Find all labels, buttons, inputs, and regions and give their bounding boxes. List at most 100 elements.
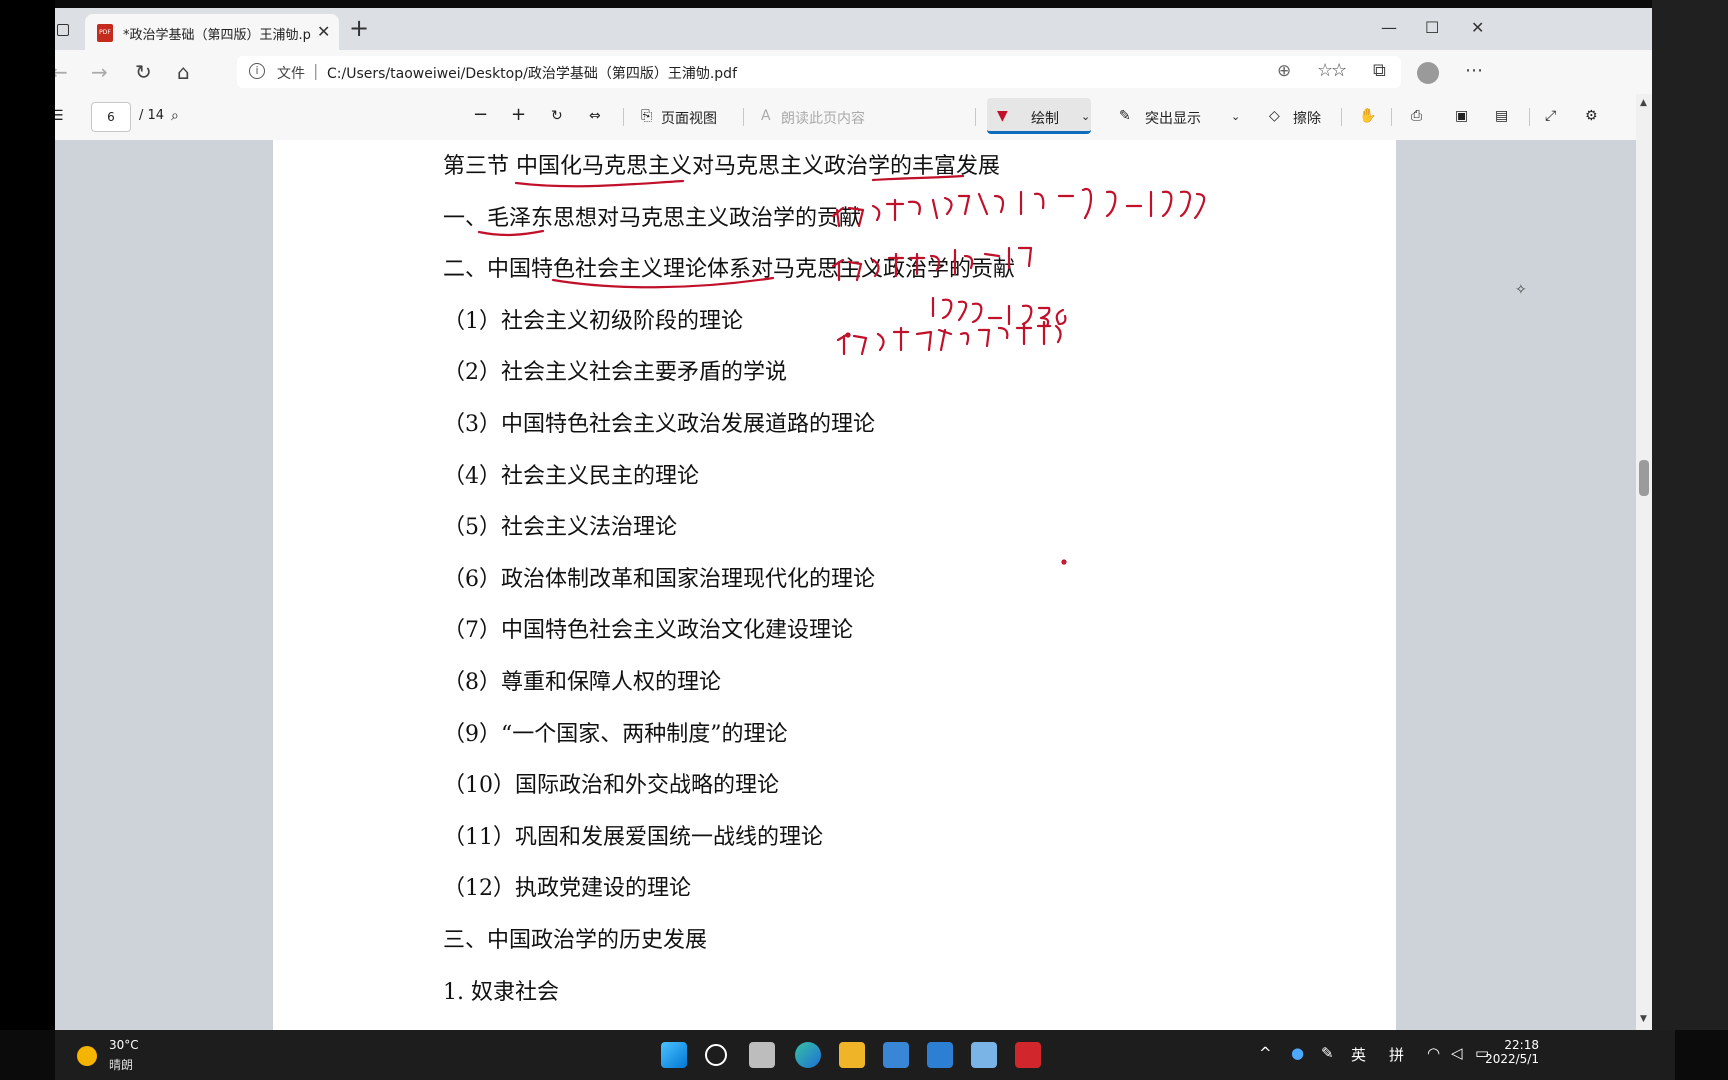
weather-sun-icon[interactable] <box>77 1046 97 1066</box>
pdf-toolbar: ☰ 6 / 14 ⌕ − + ↻ ⇔ ⎘ 页面视图 A 朗读此页内容 ▼ 绘制 … <box>55 94 1652 141</box>
profile-avatar[interactable] <box>1417 62 1439 84</box>
ink-note-4 <box>836 320 1062 356</box>
save-icon[interactable]: ▣ <box>1455 108 1468 124</box>
refresh-icon[interactable]: ↻ <box>135 60 152 84</box>
clock[interactable]: 22:18 2022/5/1 <box>1479 1038 1539 1066</box>
info-icon[interactable]: i <box>249 63 265 79</box>
ink-underline-line2 <box>551 276 775 289</box>
taskbar: 30°C 晴朗 ^ ● ✎ 英 拼 ◠ ◁ ▭ 22:18 2022/5/1 <box>55 1030 1675 1080</box>
fullscreen-icon[interactable]: ⤢ <box>1545 108 1556 124</box>
scroll-up-arrow-icon[interactable]: ▲ <box>1640 98 1647 108</box>
wps-office-icon[interactable] <box>1015 1042 1041 1068</box>
draw-dropdown-chevron-icon[interactable]: ⌄ <box>1081 110 1090 123</box>
pdf-page: 第三节 中国化马克思主义对马克思主义政治学的丰富发展 一、毛泽东思想对马克思主义… <box>273 140 1396 1030</box>
url-scheme-label: 文件 <box>277 66 305 82</box>
forward-arrow-icon[interactable]: → <box>91 60 108 84</box>
clock-date: 2022/5/1 <box>1485 1052 1539 1066</box>
ink-underline-line1 <box>477 229 545 237</box>
home-icon[interactable]: ⌂ <box>177 60 190 84</box>
tab-strip: PDF *政治学基础（第四版）王浦劬.p ✕ + — ☐ ✕ <box>55 8 1652 50</box>
search-taskbar-icon[interactable] <box>705 1044 727 1066</box>
pdf-viewer[interactable]: 第三节 中国化马克思主义对马克思主义政治学的丰富发展 一、毛泽东思想对马克思主义… <box>55 140 1652 1030</box>
minimize-button[interactable]: — <box>1381 18 1397 37</box>
browser-window: PDF *政治学基础（第四版）王浦劬.p ✕ + — ☐ ✕ ← → ↻ ⌂ i… <box>55 8 1652 1030</box>
touch-write-icon[interactable]: ✋ <box>1359 108 1376 124</box>
start-windows-icon[interactable] <box>661 1042 687 1068</box>
favorites-icon[interactable]: ☆ <box>1331 60 1347 81</box>
pdf-file-icon: PDF <box>97 24 113 42</box>
pen-icon[interactable]: ✎ <box>1321 1044 1334 1062</box>
print-icon[interactable]: ⎙ <box>1411 108 1422 124</box>
read-aloud-icon: A <box>761 108 771 124</box>
scrollbar-thumb[interactable] <box>1639 460 1649 496</box>
ink-underline-heading <box>514 179 685 188</box>
draw-button-label[interactable]: 绘制 <box>1031 108 1059 128</box>
rotate-icon[interactable]: ↻ <box>551 108 563 124</box>
sparkle-icon: ✧ <box>1515 282 1527 298</box>
zoom-out-icon[interactable]: − <box>473 104 488 125</box>
mail-icon[interactable] <box>927 1042 953 1068</box>
fit-page-icon[interactable]: ⇔ <box>589 108 601 124</box>
address-bar-row: ← → ↻ ⌂ i 文件 | C:/Users/taoweiwei/Deskto… <box>55 50 1652 94</box>
toolbar-divider <box>1391 108 1392 126</box>
save-as-icon[interactable]: ▤ <box>1495 108 1508 124</box>
erase-button[interactable]: 擦除 <box>1293 108 1321 128</box>
tab-actions-icon[interactable] <box>55 22 71 38</box>
url-separator: | <box>313 61 319 80</box>
zoom-icon[interactable]: ⊕ <box>1277 61 1291 81</box>
file-explorer-icon[interactable] <box>839 1042 865 1068</box>
task-view-icon[interactable] <box>749 1042 775 1068</box>
close-window-button[interactable]: ✕ <box>1471 18 1484 37</box>
highlight-icon: ✎ <box>1119 108 1131 124</box>
tab-pdf-document[interactable]: PDF *政治学基础（第四版）王浦劬.p ✕ <box>85 14 339 50</box>
page-number-input[interactable]: 6 <box>91 102 131 132</box>
paint-app-icon[interactable] <box>971 1042 997 1068</box>
maximize-button[interactable]: ☐ <box>1425 18 1439 37</box>
desktop-right-edge <box>1652 0 1728 1030</box>
contents-icon[interactable]: ☰ <box>55 108 64 124</box>
page-view-button[interactable]: 页面视图 <box>661 108 717 128</box>
ink-note-1 <box>831 187 1206 228</box>
toolbar-divider <box>743 108 744 126</box>
handwritten-ink-annotations <box>477 174 1206 565</box>
highlight-button[interactable]: 突出显示 <box>1145 108 1201 128</box>
settings-gear-icon[interactable]: ⚙ <box>1585 108 1598 124</box>
weather-temperature[interactable]: 30°C <box>109 1038 139 1052</box>
microphone-icon[interactable]: ● <box>1291 1044 1304 1062</box>
ink-note-2 <box>831 246 1033 282</box>
ink-note-3 <box>931 296 1067 328</box>
search-icon[interactable]: ⌕ <box>171 108 179 124</box>
page-view-icon: ⎘ <box>641 108 653 124</box>
highlight-dropdown-chevron-icon[interactable]: ⌄ <box>1231 110 1240 123</box>
back-arrow-icon[interactable]: ← <box>55 60 68 84</box>
collections-icon[interactable]: ⧉ <box>1373 60 1386 81</box>
eraser-icon: ◇ <box>1269 108 1280 124</box>
more-menu-icon[interactable]: ⋯ <box>1465 60 1483 81</box>
tray-chevron-up-icon[interactable]: ^ <box>1259 1044 1272 1062</box>
volume-icon[interactable]: ◁ <box>1451 1044 1463 1062</box>
toolbar-divider <box>975 108 976 126</box>
wifi-icon[interactable]: ◠ <box>1427 1044 1440 1062</box>
ink-dot <box>1061 559 1067 565</box>
zoom-in-icon[interactable]: + <box>511 104 526 125</box>
page-total: / 14 <box>139 108 165 123</box>
ink-underline-heading-2 <box>871 174 965 182</box>
ime-language[interactable]: 英 <box>1351 1044 1366 1065</box>
edge-browser-icon[interactable] <box>795 1042 821 1068</box>
microsoft-store-icon[interactable] <box>883 1042 909 1068</box>
scroll-down-arrow-icon[interactable]: ▼ <box>1640 1014 1647 1024</box>
url-text[interactable]: C:/Users/taoweiwei/Desktop/政治学基础（第四版）王浦劬… <box>327 63 737 83</box>
weather-description[interactable]: 晴朗 <box>109 1056 133 1073</box>
draw-pen-icon: ▼ <box>997 108 1008 124</box>
new-tab-button[interactable]: + <box>349 16 369 40</box>
tab-close-icon[interactable]: ✕ <box>317 22 330 41</box>
address-box[interactable]: i 文件 | C:/Users/taoweiwei/Desktop/政治学基础（… <box>237 56 1401 88</box>
read-aloud-button[interactable]: 朗读此页内容 <box>781 108 865 128</box>
toolbar-divider <box>1341 108 1342 126</box>
desktop-left-edge <box>0 0 55 1030</box>
toolbar-divider <box>623 108 624 126</box>
vertical-scrollbar[interactable]: ▲ ▼ <box>1636 94 1652 1030</box>
ime-mode[interactable]: 拼 <box>1389 1044 1404 1065</box>
clock-time: 22:18 <box>1504 1038 1539 1052</box>
tab-title: *政治学基础（第四版）王浦劬.p <box>123 28 311 43</box>
